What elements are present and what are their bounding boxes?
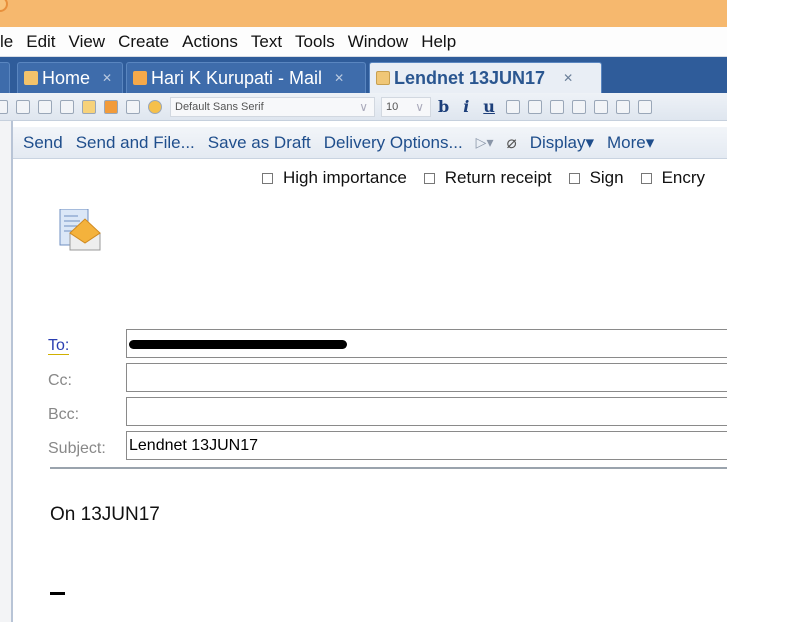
italic-button[interactable]: i <box>463 97 469 116</box>
cancel-icon[interactable] <box>148 99 162 114</box>
numbered-list-icon[interactable] <box>637 99 652 114</box>
tab-mail[interactable]: Hari K Kurupati - Mail ✕ <box>126 62 366 93</box>
cut-icon[interactable] <box>0 99 8 114</box>
tab-label: Home <box>42 67 91 88</box>
checkbox-icon <box>423 172 435 184</box>
tab-bar: Home ✕ Hari K Kurupati - Mail ✕ Lendnet … <box>0 57 727 93</box>
option-label: Encry <box>661 168 706 187</box>
tab-home[interactable]: Home ✕ <box>17 62 123 93</box>
format-toolbar: Default Sans Serif ∨ 10 ∨ b i u <box>0 93 727 121</box>
option-label: Sign <box>589 168 624 187</box>
return-receipt-checkbox[interactable]: Return receipt <box>423 168 552 188</box>
more-menu[interactable]: More▾ <box>607 133 654 153</box>
delivery-options-button[interactable]: Delivery Options... <box>324 133 463 153</box>
tab-label: Hari K Kurupati - Mail <box>151 67 323 88</box>
cc-label: Cc: <box>48 372 72 389</box>
copy-icon[interactable] <box>16 99 30 114</box>
title-bar <box>0 0 727 27</box>
save-as-draft-button[interactable]: Save as Draft <box>208 133 311 153</box>
checkbox-icon <box>640 172 652 184</box>
chevron-down-icon: ∨ <box>415 99 424 114</box>
app-logo-icon <box>0 0 8 12</box>
send-button[interactable]: Send <box>23 133 63 153</box>
bcc-label: Bcc: <box>48 406 80 423</box>
option-label: Return receipt <box>444 168 552 187</box>
menu-view[interactable]: View <box>69 32 106 52</box>
action-bar: Send Send and File... Save as Draft Deli… <box>13 127 727 159</box>
close-icon[interactable]: ✕ <box>102 71 112 85</box>
menu-create[interactable]: Create <box>118 32 169 52</box>
cc-field[interactable] <box>126 363 727 392</box>
tab-overflow[interactable] <box>0 62 10 93</box>
redacted-address <box>129 340 347 349</box>
indent-icon[interactable] <box>571 99 586 114</box>
subject-field[interactable]: Lendnet 13JUN17 <box>126 431 727 460</box>
high-importance-checkbox[interactable]: High importance <box>262 168 407 188</box>
subject-label: Subject: <box>48 440 106 457</box>
tab-lendnet[interactable]: Lendnet 13JUN17 ✕ <box>369 62 602 93</box>
menu-text[interactable]: Text <box>251 32 282 52</box>
paste-icon[interactable] <box>38 99 52 114</box>
delivery-options: High importance Return receipt Sign Encr… <box>262 168 722 188</box>
sign-checkbox[interactable]: Sign <box>568 168 624 188</box>
tab-label: Lendnet 13JUN17 <box>394 67 546 88</box>
paste-special-icon[interactable] <box>60 99 74 114</box>
home-icon <box>24 71 38 85</box>
pen-icon[interactable] <box>549 99 564 114</box>
save-icon[interactable] <box>104 99 118 114</box>
new-icon[interactable] <box>82 99 96 114</box>
checkbox-icon <box>262 172 273 184</box>
menu-window[interactable]: Window <box>348 32 408 52</box>
menu-file[interactable]: le <box>0 32 13 52</box>
follow-up-flag-icon[interactable]: ▷▾ <box>476 134 494 151</box>
bullet-list-icon[interactable] <box>615 99 630 114</box>
text-color-icon[interactable] <box>505 99 520 114</box>
print-icon[interactable] <box>126 99 140 114</box>
attachment-icon[interactable]: ⌀ <box>506 133 516 153</box>
menu-actions[interactable]: Actions <box>182 32 238 52</box>
font-select[interactable]: Default Sans Serif ∨ <box>170 96 375 117</box>
option-label: High importance <box>283 168 407 187</box>
left-panel-edge[interactable] <box>0 121 13 622</box>
to-field[interactable] <box>126 329 727 358</box>
send-and-file-button[interactable]: Send and File... <box>76 133 195 153</box>
font-value: Default Sans Serif <box>175 100 264 113</box>
menu-help[interactable]: Help <box>421 32 456 52</box>
menu-bar: le Edit View Create Actions Text Tools W… <box>0 27 727 57</box>
highlight-icon[interactable] <box>527 99 542 114</box>
menu-tools[interactable]: Tools <box>295 32 335 52</box>
memo-icon <box>376 71 390 85</box>
to-label[interactable]: To: <box>48 338 70 355</box>
menu-edit[interactable]: Edit <box>26 32 55 52</box>
close-icon[interactable]: ✕ <box>334 71 344 85</box>
memo-form-icon <box>59 209 101 251</box>
display-menu[interactable]: Display▾ <box>530 133 594 153</box>
outdent-icon[interactable] <box>593 99 608 114</box>
body-text[interactable]: On 13JUN17 <box>50 504 160 526</box>
mail-compose-window: le Edit View Create Actions Text Tools W… <box>0 0 727 622</box>
header-divider <box>50 467 727 469</box>
chevron-down-icon: ∨ <box>359 99 368 114</box>
text-cursor <box>50 592 65 595</box>
bold-button[interactable]: b <box>438 97 449 116</box>
mail-icon <box>133 71 147 85</box>
size-select[interactable]: 10 ∨ <box>381 96 431 117</box>
checkbox-icon <box>568 172 580 184</box>
close-icon[interactable]: ✕ <box>563 71 573 85</box>
underline-button[interactable]: u <box>483 97 495 116</box>
size-value: 10 <box>386 100 399 113</box>
bcc-field[interactable] <box>126 397 727 426</box>
encrypt-checkbox[interactable]: Encry <box>640 168 706 188</box>
